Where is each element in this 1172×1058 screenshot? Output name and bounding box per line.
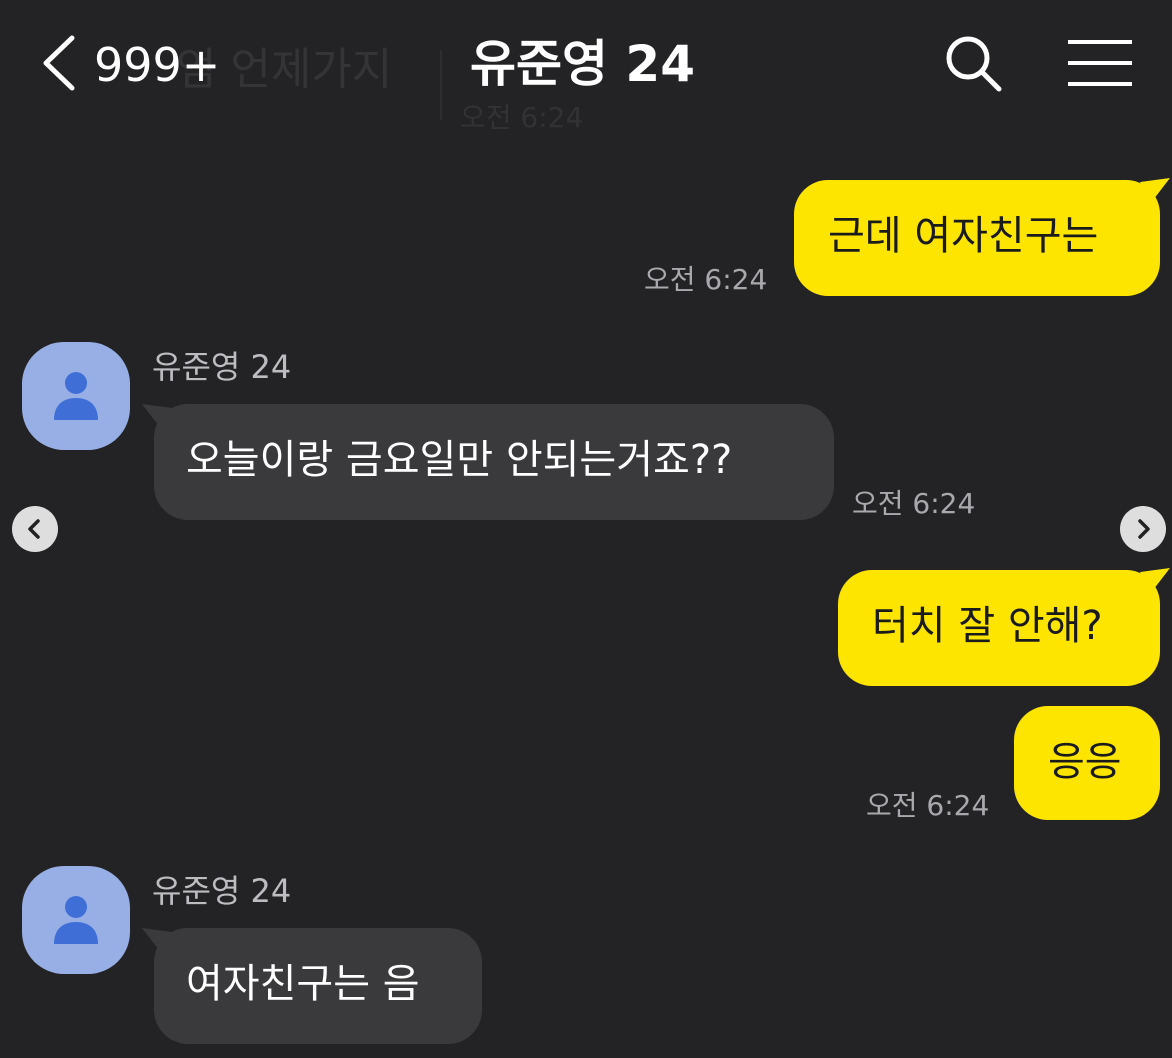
message-text: 근데 여자친구는	[828, 213, 1099, 259]
my-message-bubble[interactable]: 터치 잘 안해?	[838, 570, 1160, 686]
chat-title: 유준영 24	[470, 35, 695, 93]
carousel-next-icon[interactable]	[1120, 506, 1166, 552]
sender-name: 유준영 24	[152, 348, 292, 386]
bubble-tail	[1140, 568, 1170, 594]
sender-name: 유준영 24	[152, 872, 292, 910]
search-icon[interactable]	[944, 34, 1004, 94]
person-icon	[54, 896, 98, 944]
my-message-bubble[interactable]: 응응	[1014, 706, 1160, 820]
unread-count[interactable]: 999+	[94, 38, 220, 92]
ghost-divider	[440, 50, 442, 120]
hamburger-menu-icon[interactable]	[1066, 38, 1134, 88]
message-text: 오늘이랑 금요일만 안되는거죠??	[186, 437, 733, 483]
message-time: 오전 6:24	[852, 487, 976, 520]
my-message-bubble[interactable]: 근데 여자친구는	[794, 180, 1160, 296]
carousel-prev-icon[interactable]	[12, 506, 58, 552]
message-text: 여자친구는 음	[186, 961, 420, 1007]
avatar[interactable]	[22, 342, 130, 450]
chat-header: 엄 언제가지 오전 6:24 999+ 유준영 24	[0, 0, 1172, 134]
person-icon	[54, 372, 98, 420]
message-text: 응응	[1048, 739, 1122, 785]
message-time: 오전 6:24	[644, 263, 768, 296]
avatar[interactable]	[22, 866, 130, 974]
ghost-time: 오전 6:24	[460, 101, 584, 134]
their-message-bubble[interactable]: 여자친구는 음	[154, 928, 482, 1044]
their-message-bubble[interactable]: 오늘이랑 금요일만 안되는거죠??	[154, 404, 834, 520]
chevron-left-icon[interactable]	[40, 34, 76, 92]
bubble-tail	[1140, 178, 1170, 204]
message-text: 터치 잘 안해?	[872, 603, 1103, 649]
message-time: 오전 6:24	[866, 789, 990, 822]
